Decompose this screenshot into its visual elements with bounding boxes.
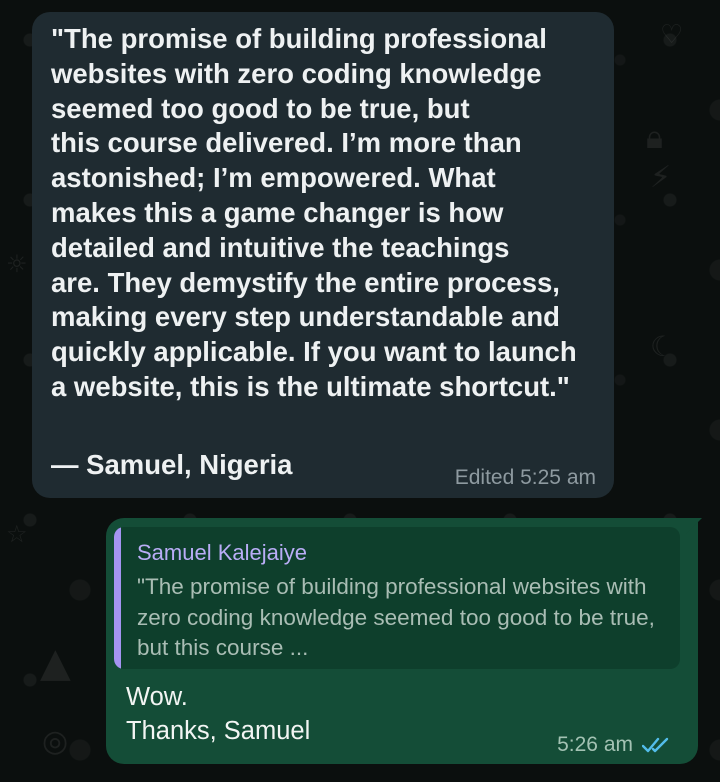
double-check-icon bbox=[642, 737, 669, 753]
incoming-message-text: "The promise of building professional we… bbox=[51, 23, 577, 402]
wallpaper-doodle-circle-icon: ◎ bbox=[42, 724, 69, 759]
outgoing-message-time: 5:26 am bbox=[557, 733, 633, 756]
quote-author: Samuel Kalejaiye bbox=[137, 540, 307, 565]
quote-preview: "The promise of building professional we… bbox=[137, 574, 655, 660]
wallpaper-doodle-moon-icon: ☾ bbox=[650, 330, 676, 363]
incoming-message-meta: Edited 5:25 am bbox=[455, 466, 596, 490]
quote-accent-bar bbox=[114, 527, 121, 669]
wallpaper-doodle-star-icon: ☆ bbox=[6, 520, 28, 548]
wallpaper-doodle-heart-icon: ♡ bbox=[660, 20, 684, 50]
quoted-reply[interactable]: Samuel Kalejaiye "The promise of buildin… bbox=[114, 527, 680, 669]
outgoing-message-text: Wow. Thanks, Samuel bbox=[126, 683, 311, 745]
edited-label: Edited bbox=[454, 466, 515, 489]
incoming-message-signature: — Samuel, Nigeria bbox=[51, 449, 293, 480]
wallpaper-doodle-lock-icon: 🔒︎ bbox=[646, 118, 664, 156]
wallpaper-doodle-sun-icon: ☼ bbox=[6, 250, 28, 278]
wallpaper-doodle-tree-icon: ▲ bbox=[40, 640, 71, 686]
outgoing-message-meta: 5:26 am bbox=[557, 733, 672, 757]
outgoing-bubble-tail bbox=[686, 518, 702, 534]
incoming-message-time: 5:25 am bbox=[520, 466, 596, 489]
wallpaper-doodle-lightning-icon: ⚡︎ bbox=[650, 160, 672, 195]
